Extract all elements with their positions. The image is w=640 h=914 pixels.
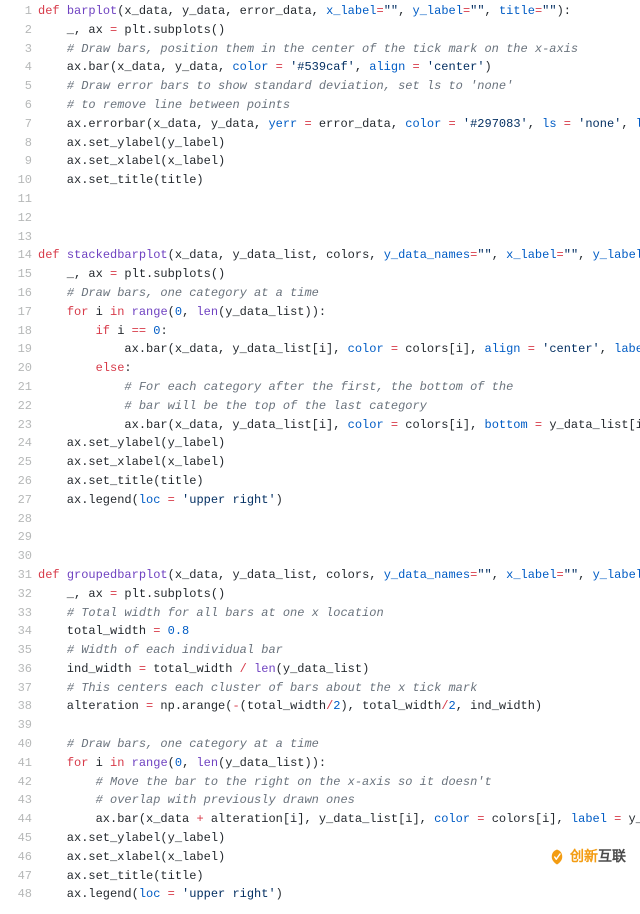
line-number: 45 bbox=[0, 829, 32, 848]
code-line bbox=[38, 528, 640, 547]
line-number: 44 bbox=[0, 810, 32, 829]
code-line: alteration = np.arange(-(total_width/2),… bbox=[38, 697, 640, 716]
line-number: 10 bbox=[0, 171, 32, 190]
line-number: 20 bbox=[0, 359, 32, 378]
code-line: ax.bar(x_data, y_data_list[i], color = c… bbox=[38, 340, 640, 359]
code-line: # Draw error bars to show standard devia… bbox=[38, 77, 640, 96]
line-number: 2 bbox=[0, 21, 32, 40]
code-line: ax.set_xlabel(x_label) bbox=[38, 848, 640, 867]
code-line: total_width = 0.8 bbox=[38, 622, 640, 641]
line-number: 47 bbox=[0, 867, 32, 886]
line-number: 12 bbox=[0, 209, 32, 228]
code-line bbox=[38, 547, 640, 566]
code-line: _, ax = plt.subplots() bbox=[38, 585, 640, 604]
code-line: ax.bar(x_data, y_data, color = '#539caf'… bbox=[38, 58, 640, 77]
code-line: _, ax = plt.subplots() bbox=[38, 265, 640, 284]
code-line: for i in range(0, len(y_data_list)): bbox=[38, 754, 640, 773]
line-number: 3 bbox=[0, 40, 32, 59]
line-number: 31 bbox=[0, 566, 32, 585]
line-number: 40 bbox=[0, 735, 32, 754]
line-number: 32 bbox=[0, 585, 32, 604]
code-line: def groupedbarplot(x_data, y_data_list, … bbox=[38, 566, 640, 585]
line-number: 15 bbox=[0, 265, 32, 284]
line-number: 42 bbox=[0, 773, 32, 792]
code-line: ax.set_ylabel(y_label) bbox=[38, 134, 640, 153]
code-line bbox=[38, 228, 640, 247]
code-line: ax.bar(x_data + alteration[i], y_data_li… bbox=[38, 810, 640, 829]
line-number: 35 bbox=[0, 641, 32, 660]
line-number: 16 bbox=[0, 284, 32, 303]
code-block: 1234567891011121314151617181920212223242… bbox=[0, 0, 640, 906]
line-number: 21 bbox=[0, 378, 32, 397]
line-number: 23 bbox=[0, 416, 32, 435]
code-content[interactable]: def barplot(x_data, y_data, error_data, … bbox=[38, 2, 640, 904]
line-number: 43 bbox=[0, 791, 32, 810]
code-line: # For each category after the first, the… bbox=[38, 378, 640, 397]
code-line: for i in range(0, len(y_data_list)): bbox=[38, 303, 640, 322]
line-number: 34 bbox=[0, 622, 32, 641]
line-number: 25 bbox=[0, 453, 32, 472]
code-line: ax.set_title(title) bbox=[38, 171, 640, 190]
line-number: 48 bbox=[0, 885, 32, 904]
code-line: # Draw bars, one category at a time bbox=[38, 735, 640, 754]
code-line: # Draw bars, position them in the center… bbox=[38, 40, 640, 59]
code-line: def barplot(x_data, y_data, error_data, … bbox=[38, 2, 640, 21]
line-number: 39 bbox=[0, 716, 32, 735]
code-line: ax.legend(loc = 'upper right') bbox=[38, 491, 640, 510]
code-line: ax.set_title(title) bbox=[38, 472, 640, 491]
line-number: 36 bbox=[0, 660, 32, 679]
code-line: ax.set_ylabel(y_label) bbox=[38, 434, 640, 453]
line-number: 41 bbox=[0, 754, 32, 773]
code-line bbox=[38, 190, 640, 209]
line-number: 8 bbox=[0, 134, 32, 153]
code-line: # overlap with previously drawn ones bbox=[38, 791, 640, 810]
code-line: ind_width = total_width / len(y_data_lis… bbox=[38, 660, 640, 679]
line-number: 18 bbox=[0, 322, 32, 341]
code-line: # Move the bar to the right on the x-axi… bbox=[38, 773, 640, 792]
code-line: else: bbox=[38, 359, 640, 378]
line-number: 30 bbox=[0, 547, 32, 566]
line-number: 26 bbox=[0, 472, 32, 491]
line-number: 19 bbox=[0, 340, 32, 359]
line-number: 1 bbox=[0, 2, 32, 21]
line-number: 9 bbox=[0, 152, 32, 171]
code-line: # bar will be the top of the last catego… bbox=[38, 397, 640, 416]
code-line: # This centers each cluster of bars abou… bbox=[38, 679, 640, 698]
line-number: 7 bbox=[0, 115, 32, 134]
line-number: 11 bbox=[0, 190, 32, 209]
line-number: 5 bbox=[0, 77, 32, 96]
line-number: 13 bbox=[0, 228, 32, 247]
code-line: _, ax = plt.subplots() bbox=[38, 21, 640, 40]
code-line: def stackedbarplot(x_data, y_data_list, … bbox=[38, 246, 640, 265]
line-number: 22 bbox=[0, 397, 32, 416]
line-number: 33 bbox=[0, 604, 32, 623]
code-line: ax.set_title(title) bbox=[38, 867, 640, 886]
code-line: # to remove line between points bbox=[38, 96, 640, 115]
line-number: 14 bbox=[0, 246, 32, 265]
line-number: 24 bbox=[0, 434, 32, 453]
code-line: ax.bar(x_data, y_data_list[i], color = c… bbox=[38, 416, 640, 435]
line-number: 27 bbox=[0, 491, 32, 510]
line-number: 28 bbox=[0, 510, 32, 529]
code-line: # Draw bars, one category at a time bbox=[38, 284, 640, 303]
line-number: 38 bbox=[0, 697, 32, 716]
code-line: ax.set_ylabel(y_label) bbox=[38, 829, 640, 848]
code-line: ax.errorbar(x_data, y_data, yerr = error… bbox=[38, 115, 640, 134]
code-line: ax.legend(loc = 'upper right') bbox=[38, 885, 640, 904]
line-number: 6 bbox=[0, 96, 32, 115]
line-number: 46 bbox=[0, 848, 32, 867]
code-line bbox=[38, 510, 640, 529]
code-line: ax.set_xlabel(x_label) bbox=[38, 152, 640, 171]
code-line: # Width of each individual bar bbox=[38, 641, 640, 660]
code-line: # Total width for all bars at one x loca… bbox=[38, 604, 640, 623]
line-number: 37 bbox=[0, 679, 32, 698]
code-line: if i == 0: bbox=[38, 322, 640, 341]
line-number: 29 bbox=[0, 528, 32, 547]
line-number: 17 bbox=[0, 303, 32, 322]
line-number-gutter: 1234567891011121314151617181920212223242… bbox=[0, 2, 38, 904]
code-line bbox=[38, 209, 640, 228]
line-number: 4 bbox=[0, 58, 32, 77]
code-line bbox=[38, 716, 640, 735]
code-line: ax.set_xlabel(x_label) bbox=[38, 453, 640, 472]
